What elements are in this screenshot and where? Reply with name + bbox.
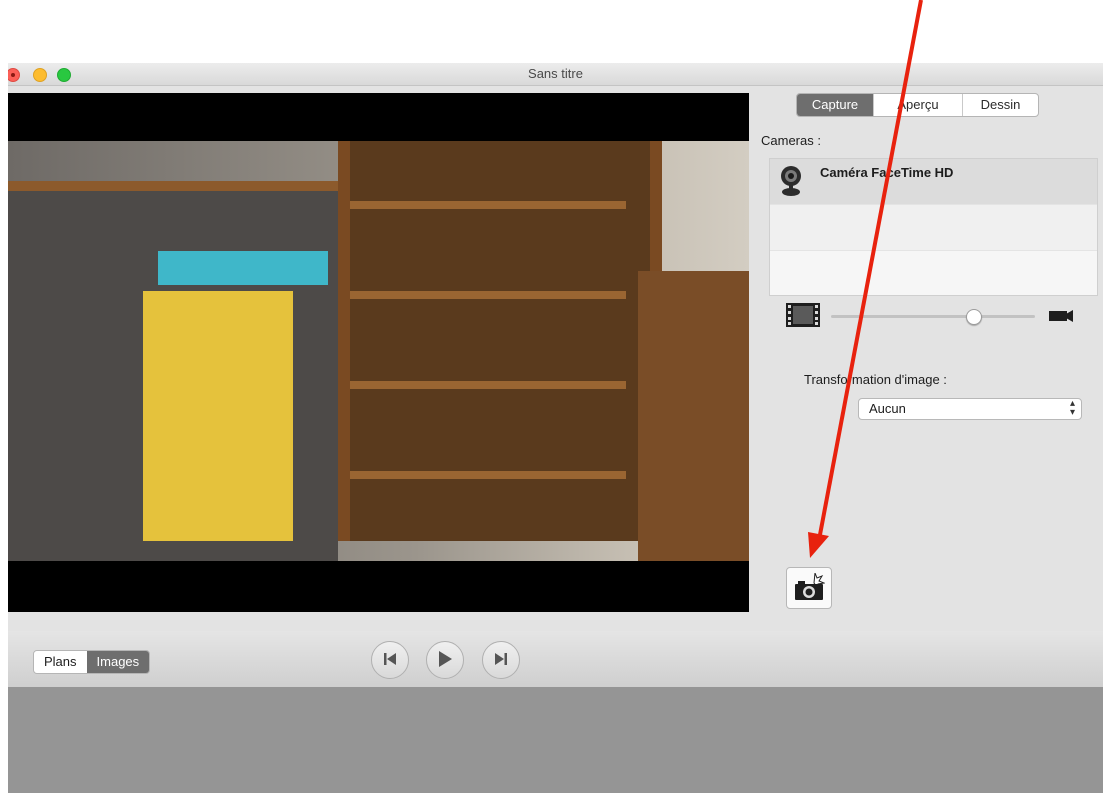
camera-frame <box>8 141 749 561</box>
film-icon <box>786 303 820 330</box>
title-bar: Sans titre <box>8 63 1103 86</box>
tab-dessin[interactable]: Dessin <box>962 94 1038 116</box>
bottom-toolbar: Plans Images <box>8 631 1103 687</box>
play-button[interactable] <box>426 641 464 679</box>
camera-name: Caméra FaceTime HD <box>820 165 954 180</box>
webcam-icon <box>779 165 803 200</box>
camera-list-item[interactable]: Caméra FaceTime HD <box>770 159 1097 205</box>
skip-forward-icon <box>494 652 508 669</box>
zoom-slider-track[interactable] <box>831 315 1035 318</box>
skip-back-icon <box>383 652 397 669</box>
app-window: Sans titre Capture Aperçu Dessin Cameras… <box>8 63 1103 793</box>
transform-select[interactable]: Aucun ▴ ▾ <box>858 398 1082 420</box>
play-icon <box>437 650 453 671</box>
cameras-label: Cameras : <box>761 133 821 148</box>
camera-preview <box>8 93 749 612</box>
zoom-slider-knob[interactable] <box>965 309 982 325</box>
transform-select-value: Aucun <box>869 401 906 416</box>
movie-camera-icon <box>1049 309 1073 326</box>
chevron-updown-icon: ▴ ▾ <box>1069 398 1075 418</box>
image-strip-area <box>8 687 1103 793</box>
skip-back-button[interactable] <box>371 641 409 679</box>
capture-snapshot-button[interactable] <box>786 567 832 609</box>
tab-capture[interactable]: Capture <box>797 94 873 116</box>
tab-images[interactable]: Images <box>86 651 150 673</box>
camera-icon <box>793 572 826 604</box>
skip-forward-button[interactable] <box>482 641 520 679</box>
zoom-slider-row <box>786 303 1096 327</box>
window-title: Sans titre <box>528 66 583 81</box>
view-segmented-control: Plans Images <box>33 650 151 674</box>
camera-list: Caméra FaceTime HD <box>769 158 1098 296</box>
tab-plans[interactable]: Plans <box>34 651 87 673</box>
mode-segmented-control: Capture Aperçu Dessin <box>796 93 1039 117</box>
transform-label: Transformation d'image : <box>804 372 947 387</box>
tab-apercu[interactable]: Aperçu <box>873 94 962 116</box>
camera-list-empty-row <box>770 205 1097 251</box>
